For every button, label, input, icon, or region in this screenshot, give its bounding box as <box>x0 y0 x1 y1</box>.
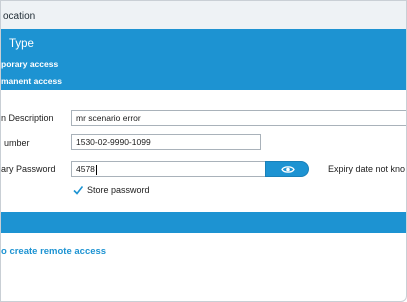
access-type-banner: Type porary access manent access <box>1 29 406 90</box>
remote-access-dialog: ocation Type porary access manent access… <box>0 0 407 302</box>
permanent-access-option[interactable]: manent access <box>1 76 62 86</box>
expiry-date-text: Expiry date not kno <box>328 164 406 174</box>
description-label: n Description <box>1 113 54 123</box>
password-field[interactable]: 4578 <box>71 161 267 177</box>
reveal-password-button[interactable] <box>265 161 309 177</box>
title-bar: ocation <box>1 1 406 30</box>
number-label: umber <box>4 138 30 148</box>
password-label: ary Password <box>1 164 56 174</box>
check-icon <box>73 186 83 195</box>
temporary-access-option[interactable]: porary access <box>1 59 58 69</box>
password-value: 4578 <box>76 164 95 174</box>
text-caret <box>95 164 97 175</box>
create-remote-access-link[interactable]: o create remote access <box>1 246 106 257</box>
window-title: ocation <box>3 11 36 22</box>
section-divider-bar <box>1 212 406 233</box>
store-password-checkbox[interactable] <box>73 185 83 195</box>
eye-icon <box>281 166 295 173</box>
number-field[interactable]: 1530-02-9990-1099 <box>71 134 261 150</box>
access-type-heading: Type <box>9 38 34 50</box>
description-field[interactable]: mr scenario error <box>71 110 406 126</box>
store-password-label: Store password <box>87 185 150 195</box>
